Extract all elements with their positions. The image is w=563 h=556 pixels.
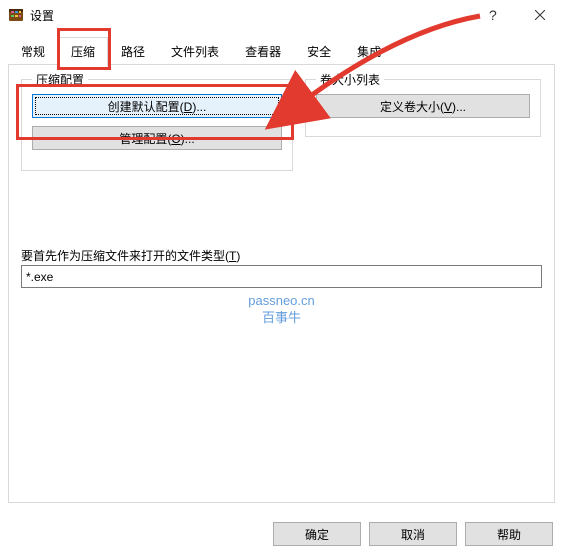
tab-integration[interactable]: 集成 [344,37,394,66]
help-button[interactable]: ? [471,0,517,30]
tab-path[interactable]: 路径 [108,37,158,66]
manage-profile-button[interactable]: 管理配置(O)... [32,126,282,150]
tab-filelist[interactable]: 文件列表 [158,37,232,66]
titlebar: 设置 ? [0,0,563,30]
cancel-button[interactable]: 取消 [369,522,457,546]
group-volume-legend: 卷大小列表 [316,71,384,88]
watermark-line2: 百事牛 [9,310,554,327]
define-volume-size-label: 定义卷大小(V)... [380,100,466,114]
group-compress-profile: 压缩配置 创建默认配置(D)... 管理配置(O)... [21,79,293,171]
create-default-profile-label: 创建默认配置(D)... [108,100,207,114]
dialog-button-bar: 确定 取消 帮助 [273,522,553,546]
ok-button[interactable]: 确定 [273,522,361,546]
group-compress-legend: 压缩配置 [32,71,88,88]
watermark: passneo.cn 百事牛 [9,293,554,327]
watermark-line1: passneo.cn [9,293,554,310]
group-volume-list: 卷大小列表 定义卷大小(V)... [305,79,541,137]
svg-text:?: ? [489,8,497,22]
tab-panel-compress: 压缩配置 创建默认配置(D)... 管理配置(O)... 卷大小列表 定义卷大小… [8,65,555,503]
open-as-archive-label: 要首先作为压缩文件来打开的文件类型(T) [21,247,240,264]
app-icon [8,7,24,23]
help-dialog-button[interactable]: 帮助 [465,522,553,546]
open-as-archive-input[interactable] [21,265,542,288]
tab-viewer[interactable]: 查看器 [232,37,294,66]
tab-compress[interactable]: 压缩 [58,37,108,66]
window-title: 设置 [30,7,54,24]
tab-strip: 常规 压缩 路径 文件列表 查看器 安全 集成 [0,30,563,65]
create-default-profile-button[interactable]: 创建默认配置(D)... [32,94,282,118]
manage-profile-label: 管理配置(O)... [119,132,194,146]
tab-general[interactable]: 常规 [8,37,58,66]
close-button[interactable] [517,0,563,30]
tab-security[interactable]: 安全 [294,37,344,66]
define-volume-size-button[interactable]: 定义卷大小(V)... [316,94,530,118]
